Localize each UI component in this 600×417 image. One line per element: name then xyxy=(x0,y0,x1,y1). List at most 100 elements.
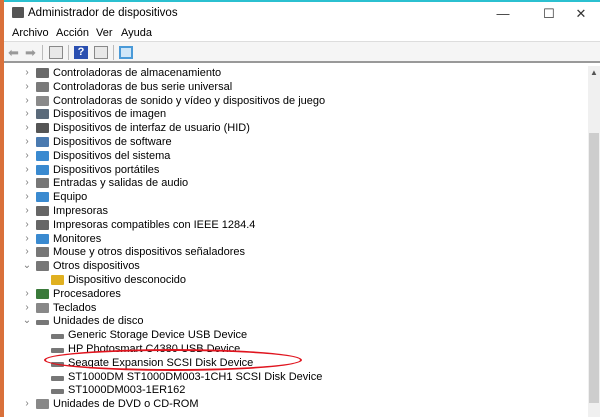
tree-item[interactable]: › Monitores xyxy=(4,232,584,246)
chevron-right-icon[interactable]: › xyxy=(22,218,32,232)
unknown-device-icon xyxy=(36,261,49,272)
menu-archivo[interactable]: Archivo xyxy=(12,27,49,39)
chevron-right-icon[interactable]: › xyxy=(22,94,32,108)
tree-item[interactable]: ⌄ Otros dispositivos xyxy=(4,259,584,273)
disk-drive-icon xyxy=(51,375,64,381)
chevron-right-icon[interactable]: › xyxy=(22,135,32,149)
help-icon[interactable]: ? xyxy=(74,46,88,59)
tree-item[interactable]: › Teclados xyxy=(4,301,584,315)
menu-accion[interactable]: Acción xyxy=(56,27,89,39)
tree-item[interactable]: › Controladoras de almacenamiento xyxy=(4,66,584,80)
computer-icon xyxy=(36,192,49,203)
printer-icon xyxy=(36,219,49,230)
scrollbar-thumb[interactable] xyxy=(589,133,599,403)
toolbar-separator xyxy=(68,45,69,60)
chevron-right-icon[interactable]: › xyxy=(22,301,32,315)
minimize-button[interactable]: — xyxy=(486,4,520,24)
tree-item-label: Unidades de DVD o CD-ROM xyxy=(53,398,199,411)
portable-device-icon xyxy=(36,164,49,175)
tree-item-label: Otros dispositivos xyxy=(53,260,140,273)
chevron-right-icon[interactable]: › xyxy=(22,121,32,135)
tree-item[interactable]: Generic Storage Device USB Device xyxy=(4,328,584,342)
chevron-right-icon[interactable]: › xyxy=(22,107,32,121)
tree-item[interactable]: › Dispositivos del sistema xyxy=(4,149,584,163)
red-highlight-ellipse xyxy=(44,349,302,371)
tree-item-label: Unidades de disco xyxy=(53,315,144,328)
close-button[interactable]: ✕ xyxy=(564,4,598,24)
tree-item-label: Teclados xyxy=(53,301,97,314)
system-device-icon xyxy=(36,150,49,161)
disk-drive-icon xyxy=(36,320,49,326)
tree-item[interactable]: › Impresoras compatibles con IEEE 1284.4 xyxy=(4,218,584,232)
tree-item[interactable]: › Dispositivos portátiles xyxy=(4,163,584,177)
chevron-right-icon[interactable]: › xyxy=(22,245,32,259)
disk-drive-icon xyxy=(51,389,64,395)
tree-item-label: Dispositivos de imagen xyxy=(53,108,167,121)
keyboard-icon xyxy=(36,302,49,313)
toolbar-separator xyxy=(113,45,114,60)
chevron-right-icon[interactable]: › xyxy=(22,80,32,94)
scroll-up-arrow-icon[interactable]: ▲ xyxy=(588,68,600,77)
chevron-right-icon[interactable]: › xyxy=(22,66,32,80)
tree-item-label: Controladoras de bus serie universal xyxy=(53,80,233,93)
chevron-right-icon[interactable]: › xyxy=(22,163,32,177)
dvd-drive-icon xyxy=(36,399,49,410)
maximize-button[interactable]: ☐ xyxy=(532,4,566,24)
chevron-right-icon[interactable]: › xyxy=(22,287,32,301)
audio-icon xyxy=(36,178,49,189)
tree-item-label: Dispositivos portátiles xyxy=(53,163,160,176)
hid-icon xyxy=(36,123,49,134)
tree-item-label: Impresoras compatibles con IEEE 1284.4 xyxy=(53,218,256,231)
chevron-right-icon[interactable]: › xyxy=(22,190,32,204)
chevron-down-icon[interactable]: ⌄ xyxy=(22,314,32,328)
usb-icon xyxy=(36,81,49,92)
chevron-right-icon[interactable]: › xyxy=(22,397,32,411)
tree-item-label: Mouse y otros dispositivos señaladores xyxy=(53,246,245,259)
tree-item[interactable]: › Controladoras de sonido y vídeo y dispo… xyxy=(4,94,584,108)
chevron-right-icon[interactable]: › xyxy=(22,176,32,190)
chevron-down-icon[interactable]: ⌄ xyxy=(22,259,32,273)
tree-item-label: Generic Storage Device USB Device xyxy=(68,329,248,342)
tree-item-label: Equipo xyxy=(53,191,88,204)
tree-item[interactable]: › Procesadores xyxy=(4,287,584,301)
back-arrow-icon[interactable]: ⬅ xyxy=(8,46,22,59)
chevron-right-icon[interactable]: › xyxy=(22,204,32,218)
tree-item[interactable]: › Dispositivos de software xyxy=(4,135,584,149)
storage-controller-icon xyxy=(36,68,49,78)
tree-item-label: ST1000DM003-1ER162 xyxy=(68,384,186,397)
vertical-scrollbar[interactable]: ▲ xyxy=(588,66,600,417)
tree-item[interactable]: › Impresoras xyxy=(4,204,584,218)
toolbar-separator xyxy=(42,45,43,60)
properties-window-icon[interactable] xyxy=(49,46,63,59)
toolbar: ⬅ ➡ ? xyxy=(4,41,600,63)
printer-icon xyxy=(36,206,49,216)
tree-item-label: Dispositivos de interfaz de usuario (HID… xyxy=(53,122,250,135)
tree-item[interactable]: ⌄ Unidades de disco xyxy=(4,314,584,328)
tree-item[interactable]: › Equipo xyxy=(4,190,584,204)
tree-item[interactable]: ST1000DM003-1ER162 xyxy=(4,383,584,397)
window-title: Administrador de dispositivos xyxy=(28,7,178,19)
tree-item[interactable]: ST1000DM ST1000DM003-1CH1 SCSI Disk Devi… xyxy=(4,370,584,384)
tree-item[interactable]: › Unidades de DVD o CD-ROM xyxy=(4,397,584,411)
tree-item[interactable]: › Dispositivos de imagen xyxy=(4,107,584,121)
action-window-icon[interactable] xyxy=(94,46,108,59)
software-device-icon xyxy=(36,137,49,147)
tree-item[interactable]: Dispositivo desconocido xyxy=(4,273,584,287)
menu-ayuda[interactable]: Ayuda xyxy=(121,27,152,39)
tree-item[interactable]: › Entradas y salidas de audio xyxy=(4,176,584,190)
tree-item-label: Dispositivos del sistema xyxy=(53,149,171,162)
tree-item[interactable]: › Dispositivos de interfaz de usuario (HI… xyxy=(4,121,584,135)
scan-hardware-monitor-icon[interactable] xyxy=(119,46,133,59)
warning-icon xyxy=(51,275,64,285)
tree-item-label: Controladoras de sonido y vídeo y dispos… xyxy=(53,94,326,107)
tree-item[interactable]: › Mouse y otros dispositivos señaladores xyxy=(4,245,584,259)
chevron-right-icon[interactable]: › xyxy=(22,232,32,246)
tree-item-label: Dispositivo desconocido xyxy=(68,274,187,286)
menu-ver[interactable]: Ver xyxy=(96,27,113,39)
tree-item[interactable]: › Controladoras de bus serie universal xyxy=(4,80,584,94)
forward-arrow-icon[interactable]: ➡ xyxy=(25,46,39,59)
tree-item-label: Entradas y salidas de audio xyxy=(53,177,189,190)
tree-item-label: Procesadores xyxy=(53,287,121,300)
disk-drive-icon xyxy=(51,348,64,353)
chevron-right-icon[interactable]: › xyxy=(22,149,32,163)
